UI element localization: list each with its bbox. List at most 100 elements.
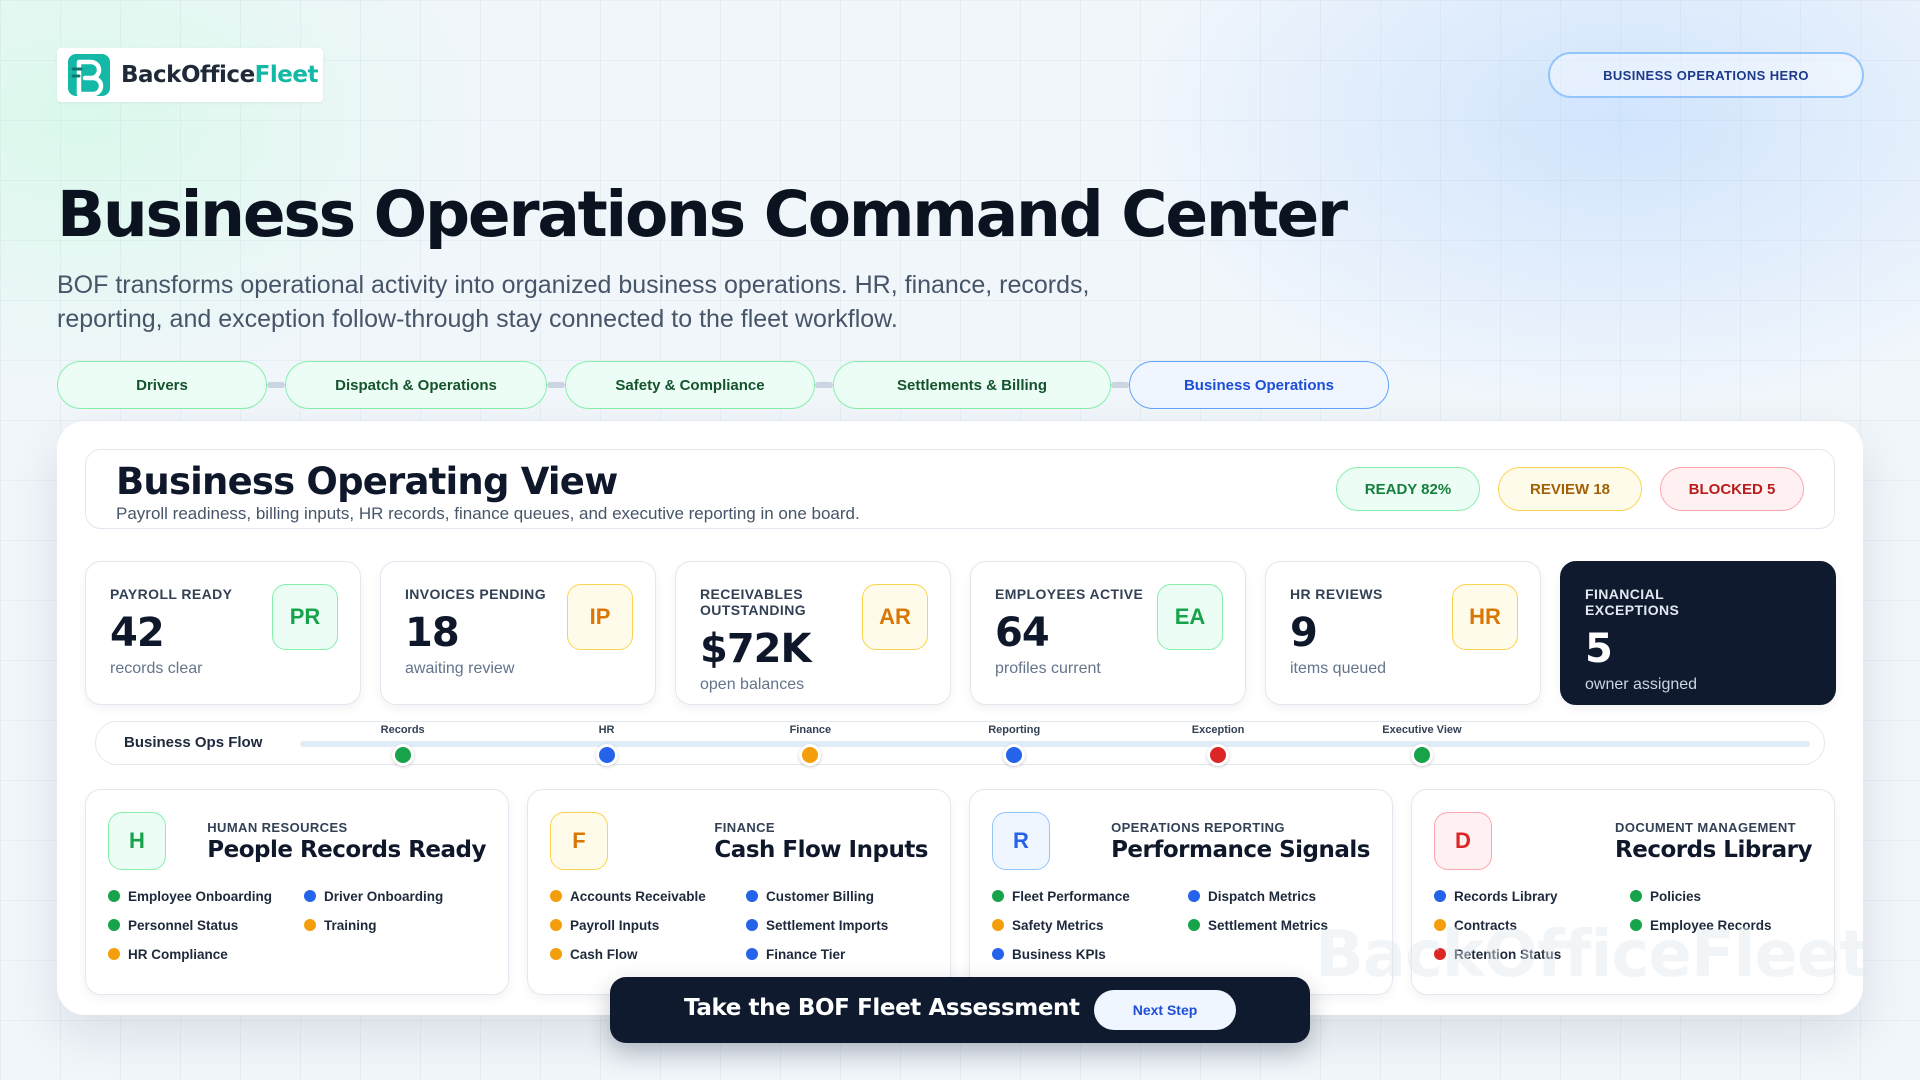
module-finance[interactable]: F FINANCE Cash Flow Inputs Accounts Rece…: [527, 789, 951, 995]
flow-step-label: HR: [598, 724, 615, 736]
module-heading: FINANCE Cash Flow Inputs: [714, 820, 928, 863]
module-list-item[interactable]: Contracts: [1434, 915, 1630, 935]
module-heading: OPERATIONS REPORTING Performance Signals: [1111, 820, 1370, 863]
module-item-label: Safety Metrics: [1012, 917, 1104, 933]
module-list-item[interactable]: Finance Tier: [746, 944, 930, 964]
flow-step-dot: [799, 744, 822, 766]
kpi-card-financial-exceptions[interactable]: FINANCIAL EXCEPTIONS 5 owner assigned: [1560, 561, 1836, 705]
flow-step[interactable]: Records: [343, 724, 463, 766]
module-title: Performance Signals: [1111, 837, 1370, 863]
module-list-item[interactable]: Business KPIs: [992, 944, 1188, 964]
module-list-item[interactable]: Dispatch Metrics: [1188, 886, 1372, 906]
kpi-card-invoices-pending[interactable]: INVOICES PENDING 18 awaiting review IP: [380, 561, 656, 705]
module-list-item[interactable]: Records Library: [1434, 886, 1630, 906]
status-dot: [550, 890, 562, 902]
module-title: People Records Ready: [207, 837, 486, 863]
flow-step[interactable]: Exception: [1158, 724, 1278, 766]
module-item-list: Employee Onboarding Driver Onboarding Pers…: [108, 886, 488, 964]
status-badge-ready[interactable]: READY 82%: [1336, 467, 1480, 511]
nav-tab-safety-compliance[interactable]: Safety & Compliance: [565, 361, 815, 409]
flow-step-dot: [1207, 744, 1230, 766]
nav-tab-drivers[interactable]: Drivers: [57, 361, 267, 409]
kpi-badge: IP: [567, 584, 633, 650]
status-dot: [1188, 919, 1200, 931]
kpi-badge: EA: [1157, 584, 1223, 650]
status-dot: [992, 948, 1004, 960]
status-dot: [108, 948, 120, 960]
status-dot: [992, 890, 1004, 902]
module-item-label: Training: [324, 917, 377, 933]
module-item-label: Records Library: [1454, 888, 1558, 904]
status-dot: [1434, 919, 1446, 931]
flow-step-dot: [1410, 744, 1433, 766]
nav-connector: [1111, 382, 1129, 388]
module-icon: H: [108, 812, 166, 870]
module-operations-reporting[interactable]: R OPERATIONS REPORTING Performance Signa…: [969, 789, 1393, 995]
module-list-item[interactable]: Payroll Inputs: [550, 915, 746, 935]
status-dot: [304, 890, 316, 902]
module-item-label: Cash Flow: [570, 946, 638, 962]
module-item-label: Driver Onboarding: [324, 888, 444, 904]
module-list-item[interactable]: Training: [304, 915, 488, 935]
assessment-cta-bar: Take the BOF Fleet Assessment Next Step: [610, 977, 1310, 1043]
kpi-card-receivables-outstanding[interactable]: RECEIVABLES OUTSTANDING $72K open balanc…: [675, 561, 951, 705]
kpi-card-employees-active[interactable]: EMPLOYEES ACTIVE 64 profiles current EA: [970, 561, 1246, 705]
module-list-item[interactable]: Driver Onboarding: [304, 886, 488, 906]
module-list-item[interactable]: Policies: [1630, 886, 1814, 906]
kpi-note: items queued: [1290, 660, 1387, 677]
kpi-card-payroll-ready[interactable]: PAYROLL READY 42 records clear PR: [85, 561, 361, 705]
kpi-label: FINANCIAL EXCEPTIONS: [1585, 586, 1680, 618]
module-item-list: Records Library Policies Contracts Employee…: [1434, 886, 1814, 964]
status-dot: [304, 919, 316, 931]
module-list-item[interactable]: Retention Status: [1434, 944, 1630, 964]
status-dot: [1630, 890, 1642, 902]
status-badge-blocked[interactable]: BLOCKED 5: [1660, 467, 1804, 511]
module-list-item[interactable]: Safety Metrics: [992, 915, 1188, 935]
module-icon: D: [1434, 812, 1492, 870]
module-list-item[interactable]: Fleet Performance: [992, 886, 1188, 906]
nav-tab-business-operations[interactable]: Business Operations: [1129, 361, 1389, 409]
status-badge-review[interactable]: REVIEW 18: [1498, 467, 1642, 511]
module-list-item[interactable]: Cash Flow: [550, 944, 746, 964]
module-item-label: Employee Onboarding: [128, 888, 273, 904]
module-list-item[interactable]: HR Compliance: [108, 944, 304, 964]
module-item-label: Finance Tier: [766, 946, 846, 962]
module-list-item[interactable]: Accounts Receivable: [550, 886, 746, 906]
module-item-label: Fleet Performance: [1012, 888, 1130, 904]
flow-step-label: Exception: [1191, 724, 1245, 736]
module-list-item[interactable]: Customer Billing: [746, 886, 930, 906]
flow-step[interactable]: Finance: [750, 724, 870, 766]
next-step-button[interactable]: Next Step: [1094, 990, 1236, 1030]
module-human-resources[interactable]: H HUMAN RESOURCES People Records Ready E…: [85, 789, 509, 995]
module-list-item[interactable]: Employee Onboarding: [108, 886, 304, 906]
module-item-label: Retention Status: [1454, 946, 1562, 962]
status-dot: [992, 919, 1004, 931]
module-list-item[interactable]: Employee Records: [1630, 915, 1814, 935]
hero-badge[interactable]: BUSINESS OPERATIONS HERO: [1548, 52, 1864, 98]
kpi-badge: HR: [1452, 584, 1518, 650]
flow-step-label: Reporting: [988, 724, 1041, 736]
kpi-value: 64: [995, 610, 1050, 656]
logo-text: BackOfficeFleet: [121, 62, 318, 88]
flow-step[interactable]: Reporting: [954, 724, 1074, 766]
logo[interactable]: BackOfficeFleet: [57, 48, 323, 102]
flow-step[interactable]: Executive View: [1362, 724, 1482, 766]
module-item-label: Customer Billing: [766, 888, 875, 904]
nav-tab-dispatch-operations[interactable]: Dispatch & Operations: [285, 361, 547, 409]
module-list-item[interactable]: Settlement Metrics: [1188, 915, 1372, 935]
module-list-item[interactable]: Personnel Status: [108, 915, 304, 935]
kpi-card-hr-reviews[interactable]: HR REVIEWS 9 items queued HR: [1265, 561, 1541, 705]
module-kicker: OPERATIONS REPORTING: [1111, 820, 1285, 835]
workflow-nav: Drivers Dispatch & Operations Safety & C…: [57, 361, 1389, 409]
module-document-management[interactable]: D DOCUMENT MANAGEMENT Records Library Re…: [1411, 789, 1835, 995]
module-item-label: Policies: [1650, 888, 1702, 904]
module-heading: HUMAN RESOURCES People Records Ready: [207, 820, 486, 863]
module-kicker: FINANCE: [714, 820, 775, 835]
status-dot: [1630, 919, 1642, 931]
module-icon: F: [550, 812, 608, 870]
nav-tab-settlements-billing[interactable]: Settlements & Billing: [833, 361, 1111, 409]
module-heading: DOCUMENT MANAGEMENT Records Library: [1615, 820, 1812, 863]
module-list-item[interactable]: Settlement Imports: [746, 915, 930, 935]
flow-step-dot: [595, 744, 618, 766]
flow-step[interactable]: HR: [547, 724, 667, 766]
